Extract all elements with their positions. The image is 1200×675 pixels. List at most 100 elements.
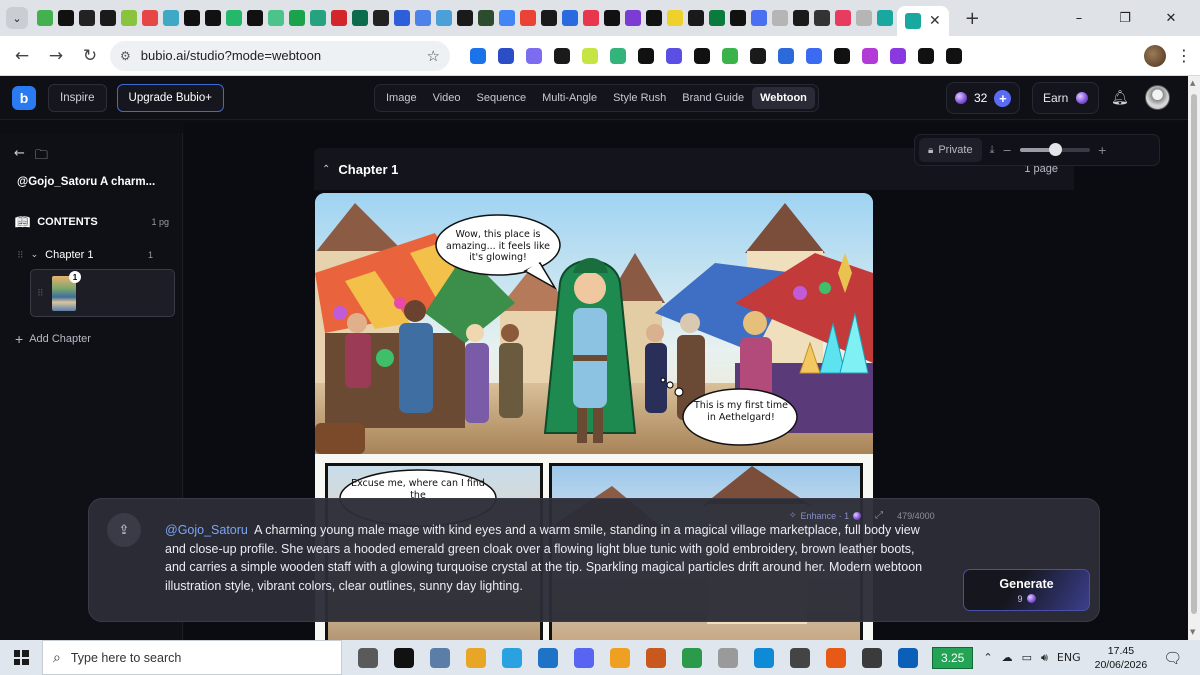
tab-favicon-19[interactable] xyxy=(435,10,452,26)
tab-favicon-33[interactable] xyxy=(729,10,746,26)
network-icon[interactable]: ▭ xyxy=(1022,651,1032,664)
taskbar-app-8[interactable] xyxy=(638,640,674,675)
tab-favicon-18[interactable] xyxy=(414,10,431,26)
inspire-button[interactable]: Inspire xyxy=(48,83,107,112)
tab-favicon-3[interactable] xyxy=(99,10,116,26)
zoom-slider[interactable] xyxy=(1019,143,1090,156)
taskbar-app-5[interactable] xyxy=(530,640,566,675)
taskbar-app-14[interactable] xyxy=(854,640,890,675)
tab-favicon-36[interactable] xyxy=(792,10,809,26)
tab-favicon-40[interactable] xyxy=(876,10,893,26)
tab-favicon-34[interactable] xyxy=(750,10,767,26)
back-arrow-icon[interactable]: ← xyxy=(14,146,25,168)
tab-favicon-31[interactable] xyxy=(687,10,704,26)
taskbar-app-11[interactable] xyxy=(746,640,782,675)
extension-icon-17[interactable] xyxy=(946,47,962,64)
minimize-icon[interactable]: – xyxy=(1056,3,1102,33)
tab-favicon-17[interactable] xyxy=(393,10,410,26)
zoom-out-icon[interactable]: − xyxy=(1002,144,1011,157)
mode-image[interactable]: Image xyxy=(378,87,425,109)
enhance-button[interactable]: ✧ Enhance · 1 xyxy=(789,510,862,521)
back-icon[interactable]: ← xyxy=(8,42,36,70)
reload-icon[interactable]: ↻ xyxy=(76,42,104,70)
mode-style-rush[interactable]: Style Rush xyxy=(605,87,674,109)
bookmark-star-icon[interactable]: ☆ xyxy=(427,47,440,65)
character-mention[interactable]: @Gojo_Satoru xyxy=(165,523,248,537)
tab-favicon-25[interactable] xyxy=(561,10,578,26)
user-avatar[interactable] xyxy=(1145,85,1170,110)
taskbar-app-10[interactable] xyxy=(710,640,746,675)
taskbar-app-6[interactable] xyxy=(566,640,602,675)
tab-favicon-10[interactable] xyxy=(246,10,263,26)
mode-brand-guide[interactable]: Brand Guide xyxy=(674,87,752,109)
taskbar-app-13[interactable] xyxy=(818,640,854,675)
forward-icon[interactable]: → xyxy=(42,42,70,70)
chevron-down-icon[interactable]: ⌄ xyxy=(31,250,39,260)
notification-bell-icon[interactable]: 🔔︎ xyxy=(1111,90,1129,106)
tab-search-chevron-icon[interactable]: ⌄ xyxy=(6,7,28,29)
tab-favicon-35[interactable] xyxy=(771,10,788,26)
mode-video[interactable]: Video xyxy=(425,87,469,109)
extension-icon-7[interactable] xyxy=(666,47,682,64)
privacy-button[interactable]: 🔒︎ Private xyxy=(919,138,982,162)
tab-favicon-12[interactable] xyxy=(288,10,305,26)
tab-favicon-0[interactable] xyxy=(36,10,53,26)
tab-favicon-20[interactable] xyxy=(456,10,473,26)
taskbar-app-9[interactable] xyxy=(674,640,710,675)
taskbar-app-3[interactable] xyxy=(458,640,494,675)
extension-icon-1[interactable] xyxy=(498,47,514,64)
extension-icon-5[interactable] xyxy=(610,47,626,64)
tab-favicon-37[interactable] xyxy=(813,10,830,26)
extension-icon-4[interactable] xyxy=(582,47,598,64)
extension-icon-16[interactable] xyxy=(918,47,934,64)
start-button[interactable] xyxy=(0,640,42,675)
extension-icon-13[interactable] xyxy=(834,47,850,64)
tab-favicon-24[interactable] xyxy=(540,10,557,26)
download-icon[interactable]: ⤓ xyxy=(990,143,995,157)
extension-icon-9[interactable] xyxy=(722,47,738,64)
taskbar-app-12[interactable] xyxy=(782,640,818,675)
new-tab-icon[interactable]: + xyxy=(965,8,980,29)
extension-icon-15[interactable] xyxy=(890,47,906,64)
site-info-icon[interactable]: ⚙ xyxy=(120,49,131,63)
scroll-up-icon[interactable]: ▲ xyxy=(1190,79,1195,87)
taskbar-app-2[interactable] xyxy=(422,640,458,675)
notifications-icon[interactable]: 🗨︎ xyxy=(1163,649,1182,667)
tab-favicon-38[interactable] xyxy=(834,10,851,26)
extension-icon-14[interactable] xyxy=(862,47,878,64)
profile-avatar[interactable] xyxy=(1144,44,1166,67)
tab-favicon-2[interactable] xyxy=(78,10,95,26)
extension-icon-11[interactable] xyxy=(778,47,794,64)
earn-button[interactable]: Earn xyxy=(1032,82,1100,114)
tab-favicon-4[interactable] xyxy=(120,10,137,26)
upload-icon[interactable]: ⇪ xyxy=(107,513,141,547)
mode-webtoon[interactable]: Webtoon xyxy=(752,87,815,109)
clock[interactable]: 17.45 20/06/2026 xyxy=(1095,644,1148,672)
close-tab-icon[interactable]: ✕ xyxy=(929,13,941,29)
cloud-icon[interactable]: ☁ xyxy=(1002,651,1013,664)
tab-favicon-27[interactable] xyxy=(603,10,620,26)
generate-button[interactable]: Generate 9 xyxy=(963,569,1090,611)
folder-icon[interactable]: 🗀 xyxy=(35,146,48,168)
tray-expand-icon[interactable]: ⌃ xyxy=(983,651,992,664)
close-window-icon[interactable]: ✕ xyxy=(1148,3,1194,33)
mode-multi-angle[interactable]: Multi-Angle xyxy=(534,87,605,109)
scroll-down-icon[interactable]: ▼ xyxy=(1190,628,1195,636)
tab-favicon-32[interactable] xyxy=(708,10,725,26)
chevron-up-icon[interactable]: ⌃ xyxy=(322,164,330,175)
tab-favicon-6[interactable] xyxy=(162,10,179,26)
taskbar-app-4[interactable] xyxy=(494,640,530,675)
tab-favicon-1[interactable] xyxy=(57,10,74,26)
extension-icon-8[interactable] xyxy=(694,47,710,64)
taskbar-app-1[interactable] xyxy=(386,640,422,675)
upgrade-button[interactable]: Upgrade Bubio+ xyxy=(116,83,224,112)
language-indicator[interactable]: ENG xyxy=(1057,651,1081,664)
taskbar-search[interactable]: ⌕ Type here to search xyxy=(42,640,342,675)
zoom-slider-handle[interactable] xyxy=(1048,143,1062,156)
drag-handle-icon[interactable]: ⠿ xyxy=(17,250,24,261)
tab-favicon-30[interactable] xyxy=(666,10,683,26)
taskbar-app-0[interactable] xyxy=(350,640,386,675)
prompt-textarea[interactable]: @Gojo_Satoru A charming young male mage … xyxy=(165,521,935,595)
battery-widget[interactable]: 3.25 xyxy=(932,646,974,669)
mode-sequence[interactable]: Sequence xyxy=(469,87,535,109)
